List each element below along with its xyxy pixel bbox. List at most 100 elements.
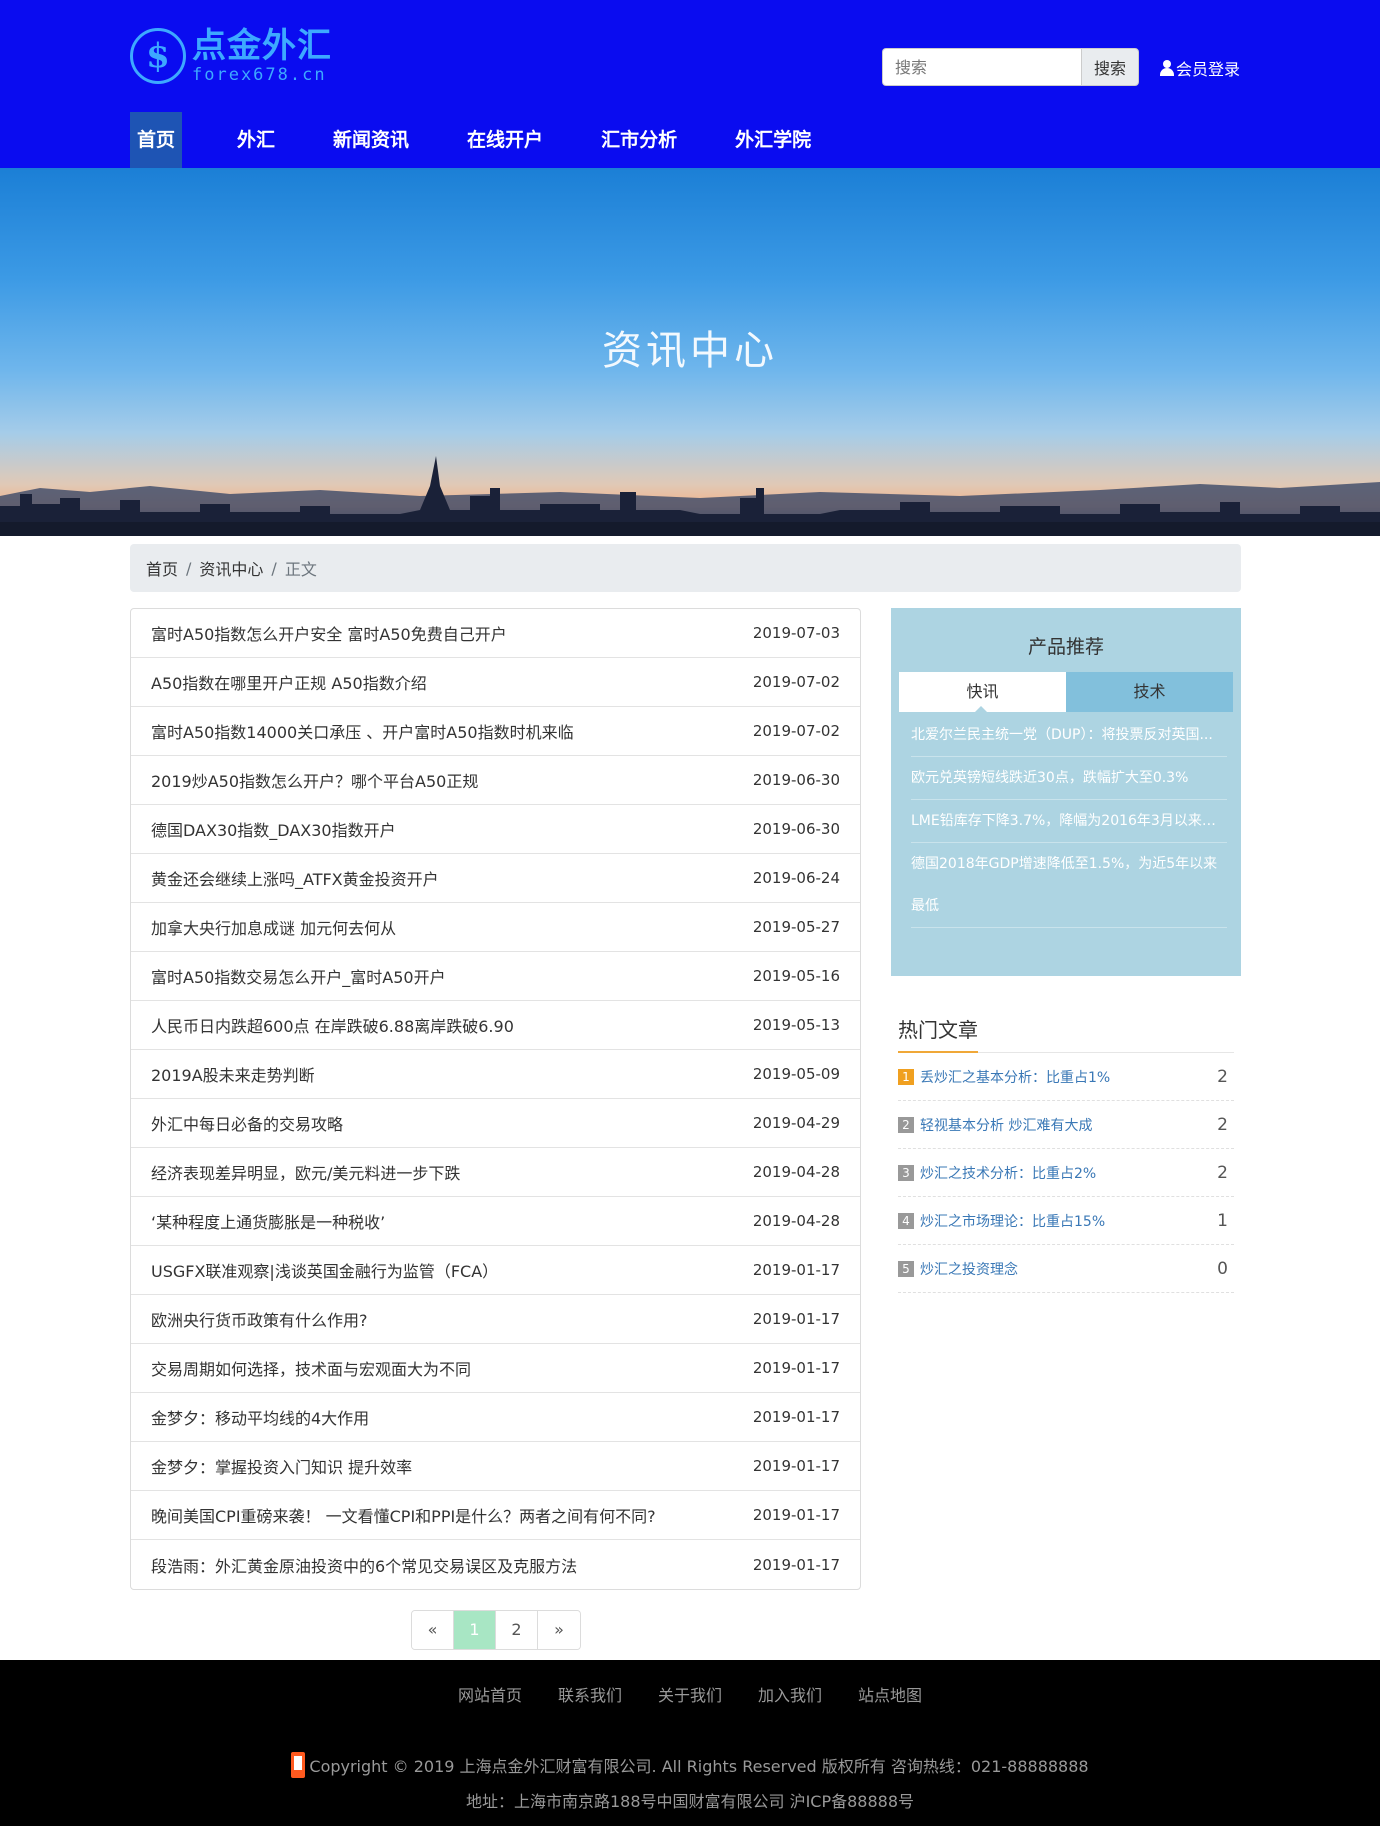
article-date: 2019-07-02	[752, 673, 840, 691]
article-date: 2019-04-28	[752, 1163, 840, 1181]
hot-article-title[interactable]: 炒汇之投资理念	[920, 1259, 1018, 1279]
article-title[interactable]: 外汇中每日必备的交易攻略	[151, 1111, 343, 1135]
hot-article-item[interactable]: 2 轻视基本分析 炒汇难有大成 2	[898, 1101, 1234, 1149]
pagination-page-1[interactable]: 1	[454, 1611, 496, 1649]
article-title[interactable]: 富时A50指数交易怎么开户_富时A50开户	[151, 964, 446, 988]
article-title[interactable]: USGFX联准观察|浅谈英国金融行为监管（FCA）	[151, 1258, 498, 1282]
article-row[interactable]: 交易周期如何选择，技术面与宏观面大为不同 2019-01-17	[131, 1344, 860, 1393]
flash-news-list: 北爱尔兰民主统一党（DUP）：将投票反对英国... 欧元兑英镑短线跌近30点，跌…	[911, 714, 1227, 928]
breadcrumb-separator: /	[186, 558, 192, 578]
pagination-prev[interactable]: «	[412, 1611, 454, 1649]
main-nav: 首页 外汇 新闻资讯 在线开户 汇市分析 外汇学院	[130, 112, 862, 168]
footer-link-home[interactable]: 网站首页	[458, 1682, 522, 1706]
article-title[interactable]: 欧洲央行货币政策有什么作用?	[151, 1307, 368, 1331]
footer-link-join[interactable]: 加入我们	[758, 1682, 822, 1706]
article-title[interactable]: 金梦夕：掌握投资入门知识 提升效率	[151, 1454, 412, 1478]
pagination-next[interactable]: »	[538, 1611, 580, 1649]
hot-article-count: 1	[1217, 1210, 1228, 1231]
article-row[interactable]: 经济表现差异明显，欧元/美元料进一步下跌 2019-04-28	[131, 1148, 860, 1197]
logo-text-domain: forex678.cn	[192, 65, 327, 85]
article-row[interactable]: 外汇中每日必备的交易攻略 2019-04-29	[131, 1099, 860, 1148]
tab-technical[interactable]: 技术	[1066, 672, 1233, 712]
article-row[interactable]: A50指数在哪里开户正规 A50指数介绍 2019-07-02	[131, 658, 860, 707]
article-title[interactable]: 富时A50指数14000关口承压 、开户富时A50指数时机来临	[151, 719, 574, 743]
article-title[interactable]: 晚间美国CPI重磅来袭！ 一文看懂CPI和PPI是什么？两者之间有何不同?	[151, 1503, 656, 1527]
article-date: 2019-07-03	[752, 624, 840, 642]
hot-article-title[interactable]: 轻视基本分析 炒汇难有大成	[920, 1115, 1092, 1135]
news-item[interactable]: LME铅库存下降3.7%，降幅为2016年3月以来最大	[911, 800, 1227, 843]
article-row[interactable]: 人民币日内跌超600点 在岸跌破6.88离岸跌破6.90 2019-05-13	[131, 1001, 860, 1050]
breadcrumb-home[interactable]: 首页	[146, 556, 178, 580]
search-button[interactable]: 搜索	[1081, 48, 1139, 86]
article-row[interactable]: 金梦夕：掌握投资入门知识 提升效率 2019-01-17	[131, 1442, 860, 1491]
nav-item-market-analysis[interactable]: 汇市分析	[594, 112, 684, 168]
hot-article-item[interactable]: 5 炒汇之投资理念 0	[898, 1245, 1234, 1293]
article-row[interactable]: 德国DAX30指数_DAX30指数开户 2019-06-30	[131, 805, 860, 854]
article-title[interactable]: 人民币日内跌超600点 在岸跌破6.88离岸跌破6.90	[151, 1013, 514, 1037]
tab-flash-news[interactable]: 快讯	[899, 672, 1066, 712]
hot-article-item[interactable]: 1 丢炒汇之基本分析：比重占1% 2	[898, 1053, 1234, 1101]
article-date: 2019-01-17	[752, 1359, 840, 1377]
nav-item-open-account[interactable]: 在线开户	[460, 112, 550, 168]
article-row[interactable]: 黄金还会继续上涨吗_ATFX黄金投资开户 2019-06-24	[131, 854, 860, 903]
article-row[interactable]: ‘某种程度上通货膨胀是一种税收’ 2019-04-28	[131, 1197, 860, 1246]
nav-item-forex[interactable]: 外汇	[230, 112, 282, 168]
breadcrumb-section[interactable]: 资讯中心	[199, 556, 263, 580]
hot-article-title[interactable]: 炒汇之市场理论：比重占15%	[920, 1211, 1105, 1231]
article-title[interactable]: 交易周期如何选择，技术面与宏观面大为不同	[151, 1356, 471, 1380]
article-title[interactable]: 2019炒A50指数怎么开户？哪个平台A50正规	[151, 768, 478, 792]
search-input[interactable]	[882, 48, 1081, 86]
breadcrumb-current: 正文	[284, 560, 317, 579]
hot-article-item[interactable]: 3 炒汇之技术分析：比重占2% 2	[898, 1149, 1234, 1197]
article-title[interactable]: 金梦夕：移动平均线的4大作用	[151, 1405, 369, 1429]
rank-badge: 3	[898, 1164, 914, 1181]
footer-link-about[interactable]: 关于我们	[658, 1682, 722, 1706]
article-row[interactable]: 2019A股未来走势判断 2019-05-09	[131, 1050, 860, 1099]
product-recommend-panel: 产品推荐 快讯 技术 北爱尔兰民主统一党（DUP）：将投票反对英国... 欧元兑…	[891, 608, 1241, 976]
hot-article-title[interactable]: 丢炒汇之基本分析：比重占1%	[920, 1067, 1110, 1087]
article-title[interactable]: 经济表现差异明显，欧元/美元料进一步下跌	[151, 1160, 460, 1184]
article-title[interactable]: 德国DAX30指数_DAX30指数开户	[151, 817, 396, 841]
product-recommend-title: 产品推荐	[1027, 636, 1104, 658]
article-row[interactable]: USGFX联准观察|浅谈英国金融行为监管（FCA） 2019-01-17	[131, 1246, 860, 1295]
breadcrumb-separator: /	[271, 558, 277, 578]
nav-item-forex-academy[interactable]: 外汇学院	[728, 112, 818, 168]
news-item[interactable]: 欧元兑英镑短线跌近30点，跌幅扩大至0.3%	[911, 757, 1227, 800]
search-form: 搜索	[882, 48, 1139, 86]
news-item[interactable]: 德国2018年GDP增速降低至1.5%，为近5年以来最低	[911, 843, 1227, 928]
article-title[interactable]: 2019A股未来走势判断	[151, 1062, 315, 1086]
pagination: « 1 2 »	[411, 1610, 581, 1650]
footer-link-contact[interactable]: 联系我们	[558, 1682, 622, 1706]
user-icon	[1160, 60, 1174, 76]
article-date: 2019-05-27	[752, 918, 840, 936]
article-row[interactable]: 晚间美国CPI重磅来袭！ 一文看懂CPI和PPI是什么？两者之间有何不同? 201…	[131, 1491, 860, 1540]
article-title[interactable]: 富时A50指数怎么开户安全 富时A50免费自己开户	[151, 621, 507, 645]
member-login-link[interactable]: 会员登录	[1160, 56, 1240, 80]
nav-item-news[interactable]: 新闻资讯	[326, 112, 416, 168]
article-row[interactable]: 富时A50指数交易怎么开户_富时A50开户 2019-05-16	[131, 952, 860, 1001]
hot-article-item[interactable]: 4 炒汇之市场理论：比重占15% 1	[898, 1197, 1234, 1245]
article-title[interactable]: 段浩雨：外汇黄金原油投资中的6个常见交易误区及克服方法	[151, 1553, 577, 1577]
article-date: 2019-01-17	[752, 1310, 840, 1328]
article-title[interactable]: 加拿大央行加息成谜 加元何去何从	[151, 915, 396, 939]
hero-banner: 资讯中心	[0, 168, 1380, 536]
article-row[interactable]: 加拿大央行加息成谜 加元何去何从 2019-05-27	[131, 903, 860, 952]
article-title[interactable]: ‘某种程度上通货膨胀是一种税收’	[151, 1209, 385, 1233]
article-row[interactable]: 欧洲央行货币政策有什么作用? 2019-01-17	[131, 1295, 860, 1344]
nav-item-home[interactable]: 首页	[130, 112, 183, 168]
article-row[interactable]: 富时A50指数14000关口承压 、开户富时A50指数时机来临 2019-07-0…	[131, 707, 860, 756]
article-row[interactable]: 2019炒A50指数怎么开户？哪个平台A50正规 2019-06-30	[131, 756, 860, 805]
copyright: Copyright © 2019 上海点金外汇财富有限公司. All Right…	[0, 1752, 1380, 1778]
pagination-page-2[interactable]: 2	[496, 1611, 538, 1649]
footer-link-sitemap[interactable]: 站点地图	[858, 1682, 922, 1706]
site-logo[interactable]: $ 点金外汇 forex678.cn	[130, 24, 332, 88]
article-row[interactable]: 段浩雨：外汇黄金原油投资中的6个常见交易误区及克服方法 2019-01-17	[131, 1540, 860, 1589]
article-title[interactable]: A50指数在哪里开户正规 A50指数介绍	[151, 670, 427, 694]
hot-article-count: 2	[1217, 1162, 1228, 1183]
news-item[interactable]: 北爱尔兰民主统一党（DUP）：将投票反对英国...	[911, 714, 1227, 757]
article-row[interactable]: 金梦夕：移动平均线的4大作用 2019-01-17	[131, 1393, 860, 1442]
hot-article-count: 0	[1217, 1258, 1228, 1279]
article-row[interactable]: 富时A50指数怎么开户安全 富时A50免费自己开户 2019-07-03	[131, 609, 860, 658]
article-title[interactable]: 黄金还会继续上涨吗_ATFX黄金投资开户	[151, 866, 439, 890]
hot-article-title[interactable]: 炒汇之技术分析：比重占2%	[920, 1163, 1096, 1183]
